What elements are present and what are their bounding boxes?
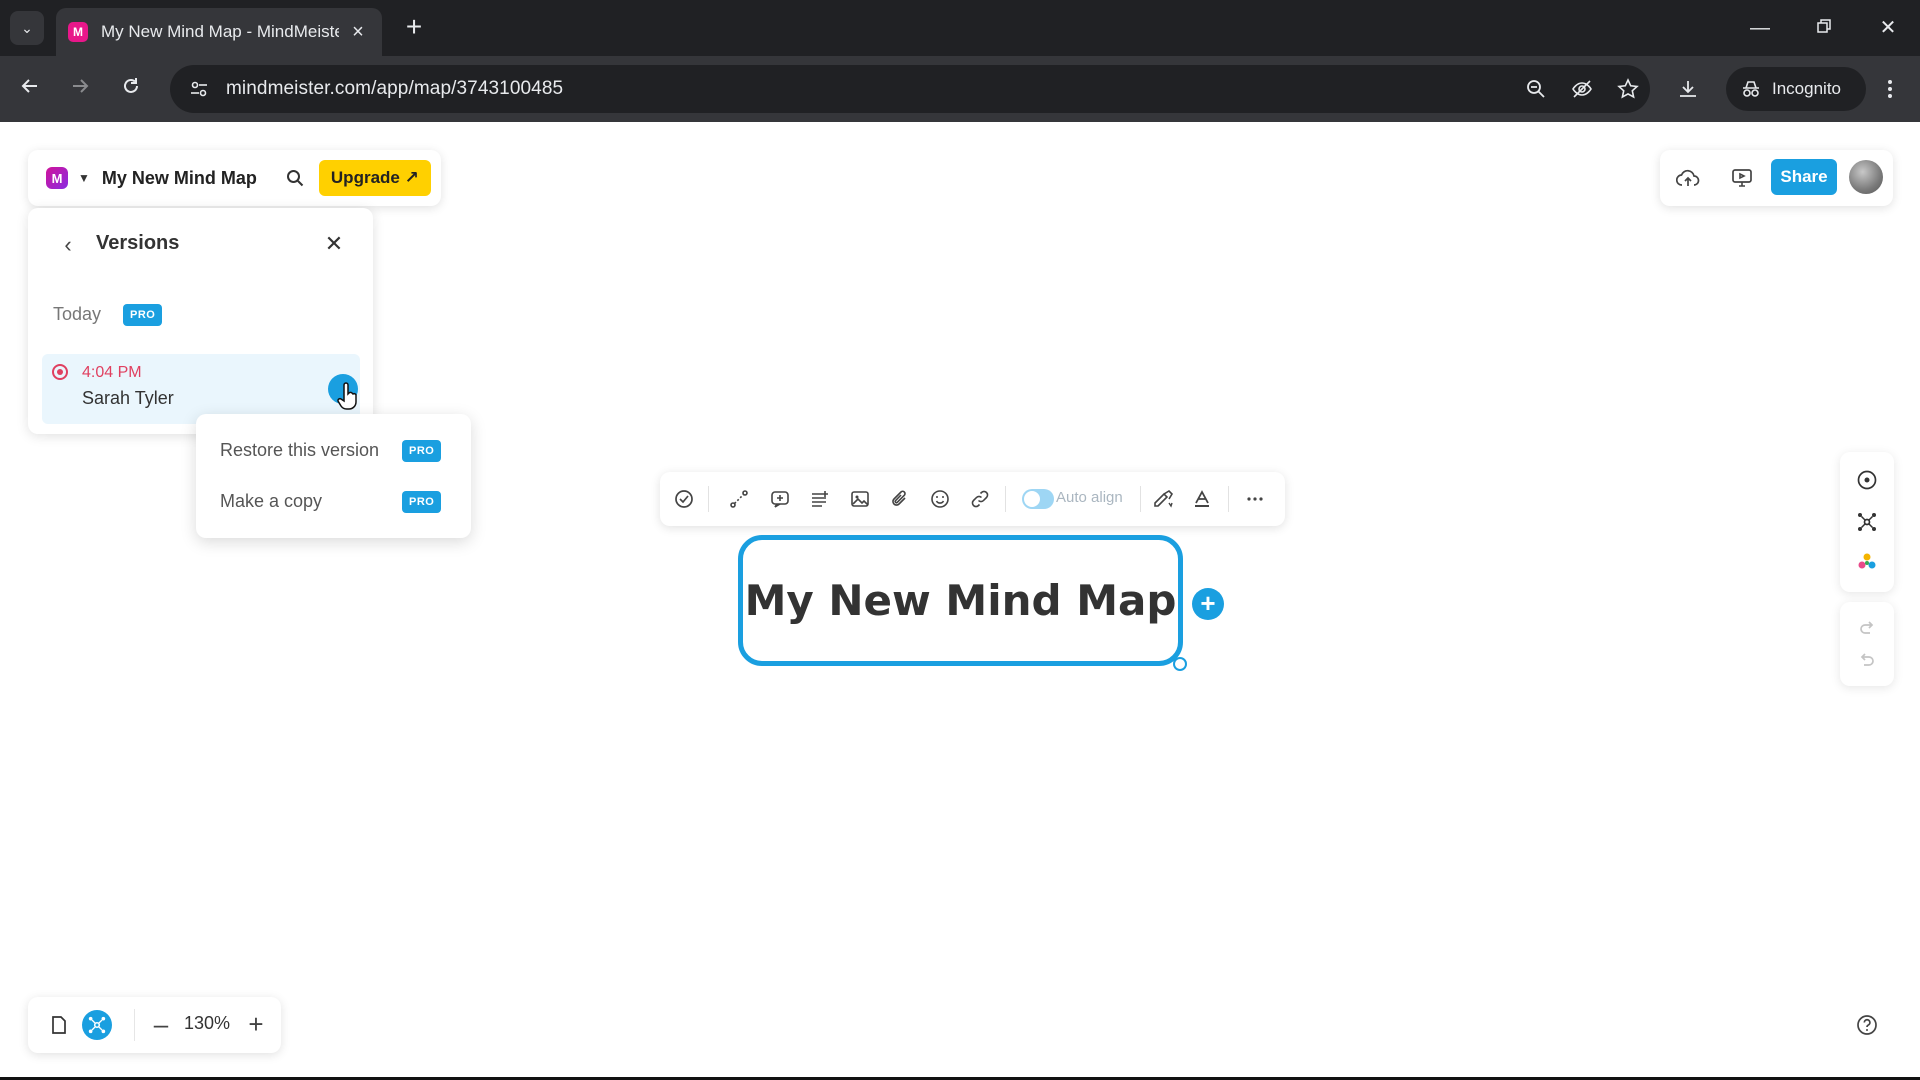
chevron-down-icon[interactable]: ▼: [78, 171, 90, 185]
add-child-node-button[interactable]: +: [1192, 588, 1224, 620]
pro-badge: PRO: [402, 491, 442, 513]
address-bar[interactable]: mindmeister.com/app/map/3743100485: [170, 65, 1650, 113]
toolbar-divider: [1140, 486, 1141, 512]
make-copy-item[interactable]: Make a copy: [220, 491, 322, 512]
zoom-level[interactable]: 130%: [184, 1013, 230, 1034]
mindmeister-favicon-icon: M: [68, 22, 88, 42]
more-horizontal-icon[interactable]: [1243, 487, 1267, 511]
zoom-divider: [134, 1009, 135, 1041]
version-time: 4:04 PM: [82, 364, 142, 381]
toolbar-divider: [708, 486, 709, 512]
downloads-button[interactable]: [1670, 71, 1706, 107]
browser-toolbar: mindmeister.com/app/map/3743100485 Incog…: [0, 56, 1920, 122]
outline-view-icon[interactable]: [46, 1012, 72, 1038]
arrow-right-icon: [73, 79, 89, 93]
tab-search-button[interactable]: ⌄: [10, 11, 44, 45]
reload-icon: [124, 78, 138, 93]
back-button[interactable]: [12, 72, 48, 108]
mindmeister-app: M ▼ My New Mind Map Upgrade ↗ Share ‹ Ve…: [0, 122, 1920, 1080]
browser-menu-button[interactable]: [1872, 71, 1908, 107]
tab-close-icon[interactable]: ×: [346, 21, 370, 44]
search-icon[interactable]: [283, 166, 307, 190]
incognito-label: Incognito: [1772, 79, 1841, 98]
view-switcher: [42, 1008, 116, 1042]
add-circle-icon[interactable]: [1855, 468, 1879, 492]
map-header: M ▼ My New Mind Map Upgrade ↗: [28, 150, 441, 206]
hand-cursor-icon: [337, 382, 357, 410]
right-tool-rail: [1840, 452, 1894, 592]
incognito-icon: [1743, 81, 1759, 97]
url-text: mindmeister.com/app/map/3743100485: [226, 78, 564, 99]
share-button[interactable]: Share: [1771, 159, 1837, 195]
comment-icon[interactable]: [768, 487, 792, 511]
arrow-left-icon: [21, 79, 37, 93]
upgrade-button[interactable]: Upgrade ↗: [318, 160, 431, 196]
connection-icon[interactable]: [727, 487, 751, 511]
emoji-icon[interactable]: [928, 487, 952, 511]
central-topic-text: My New Mind Map: [744, 576, 1177, 625]
close-icon[interactable]: ✕: [320, 230, 348, 258]
presentation-icon[interactable]: [1728, 164, 1756, 192]
versions-panel: ‹ Versions ✕ Today PRO 4:04 PM Sarah Tyl…: [28, 208, 373, 434]
version-marker-icon: [52, 364, 68, 380]
restore-icon: [1817, 19, 1831, 33]
chevron-down-icon: ⌄: [21, 19, 33, 36]
theme-palette-icon[interactable]: [1855, 550, 1879, 574]
toolbar-divider: [1005, 486, 1006, 512]
site-info-icon[interactable]: [182, 72, 216, 106]
download-icon: [1680, 81, 1696, 97]
browser-tab-bar: ⌄ M My New Mind Map - MindMeister × + — …: [0, 0, 1920, 56]
user-avatar[interactable]: [1849, 160, 1883, 194]
restore-window-button[interactable]: [1804, 12, 1844, 44]
zoom-controls: – 130% +: [28, 997, 281, 1053]
mindmeister-logo-icon[interactable]: M: [46, 167, 68, 189]
node-resize-handle[interactable]: [1173, 657, 1187, 671]
bookmark-star-icon[interactable]: [1614, 75, 1642, 103]
cloud-upload-icon[interactable]: [1674, 164, 1702, 192]
undo-redo-rail: [1840, 602, 1894, 686]
forward-button[interactable]: [62, 72, 98, 108]
restore-version-item[interactable]: Restore this version: [220, 440, 379, 461]
versions-title: Versions: [96, 232, 180, 254]
node-toolbar: Auto align: [660, 472, 1285, 526]
style-paint-icon[interactable]: [1152, 487, 1176, 511]
pro-badge: PRO: [402, 440, 442, 462]
version-author: Sarah Tyler: [82, 388, 174, 408]
text-color-icon[interactable]: [1190, 487, 1214, 511]
eye-off-icon[interactable]: [1568, 75, 1596, 103]
versions-group-label: Today: [53, 304, 102, 324]
top-right-actions: Share: [1660, 150, 1893, 206]
zoom-lens-icon[interactable]: [1522, 75, 1550, 103]
notes-icon[interactable]: [808, 487, 832, 511]
central-topic-node[interactable]: My New Mind Map: [738, 535, 1183, 666]
zoom-out-button[interactable]: –: [146, 1009, 176, 1041]
mindmap-view-icon[interactable]: [82, 1010, 112, 1040]
toolbar-divider: [1228, 486, 1229, 512]
redo-icon[interactable]: [1855, 616, 1879, 640]
incognito-badge[interactable]: Incognito: [1726, 67, 1866, 111]
help-icon[interactable]: [1850, 1008, 1884, 1042]
version-options-menu: Restore this version PRO Make a copy PRO: [196, 414, 471, 538]
minimize-window-button[interactable]: —: [1740, 12, 1780, 44]
reload-button[interactable]: [113, 72, 149, 108]
pro-badge: PRO: [123, 304, 163, 326]
layout-map-icon[interactable]: [1855, 510, 1879, 534]
attachment-icon[interactable]: [888, 487, 912, 511]
check-circle-icon[interactable]: [672, 487, 696, 511]
map-title[interactable]: My New Mind Map: [102, 168, 257, 189]
undo-icon[interactable]: [1855, 648, 1879, 672]
auto-align-toggle[interactable]: [1022, 489, 1054, 509]
close-window-button[interactable]: ✕: [1868, 12, 1908, 44]
tab-title: My New Mind Map - MindMeister: [101, 22, 339, 41]
back-chevron-icon[interactable]: ‹: [54, 231, 82, 259]
zoom-in-button[interactable]: +: [241, 1009, 271, 1041]
kebab-menu-icon: [1888, 80, 1892, 98]
image-icon[interactable]: [848, 487, 872, 511]
auto-align-label: Auto align: [1056, 489, 1123, 506]
link-icon[interactable]: [968, 487, 992, 511]
new-tab-button[interactable]: +: [398, 12, 430, 44]
browser-tab-active[interactable]: M My New Mind Map - MindMeister ×: [56, 8, 382, 56]
